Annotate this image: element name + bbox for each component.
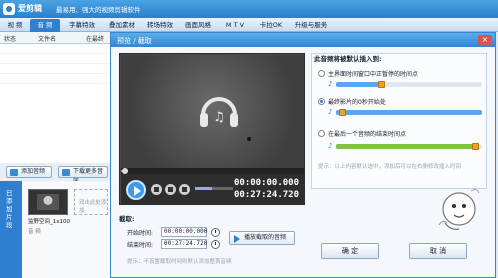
- add-clip-hint: 双击此处添加: [79, 200, 107, 214]
- added-clips-strip: 已添加片段: [0, 181, 22, 278]
- clip-area: 监野空间_1x100 双击此处添加 音 频: [22, 181, 112, 278]
- option-radio-2[interactable]: [318, 130, 325, 137]
- volume-slider[interactable]: [195, 187, 233, 190]
- headphone-music-icon: ♫: [200, 97, 238, 127]
- option-label-1[interactable]: 最终影片的0秒开始处: [328, 97, 386, 106]
- pick-start-clock-icon[interactable]: [211, 228, 220, 237]
- option-label-0[interactable]: 主界面时间窗口中正暂停的时间点: [328, 69, 418, 78]
- app-titlebar: 爱剪辑 最易用、强大的视频剪辑软件: [0, 0, 498, 18]
- cancel-button[interactable]: 取 消: [409, 243, 467, 259]
- close-icon[interactable]: ×: [478, 35, 492, 45]
- col-final-position: 在最终: [86, 36, 105, 43]
- option-marker-2[interactable]: [472, 143, 480, 150]
- dialog-titlebar: 预览 / 截取 ×: [111, 33, 495, 47]
- list-item[interactable]: [0, 74, 110, 84]
- music-note-icon: ♪: [328, 108, 333, 116]
- col-filename: 文件名: [38, 36, 57, 43]
- insert-section-title: 此音频将被默认插入到:: [314, 55, 382, 63]
- start-time-label: 开始时间:: [127, 230, 154, 237]
- player-screen: ♫: [121, 55, 304, 168]
- download-icon: [62, 169, 70, 176]
- prev-frame-button[interactable]: [165, 184, 176, 195]
- dialog-title: 预览 / 截取: [117, 37, 152, 45]
- audio-list-header: 状态 文件名 在最终: [0, 32, 110, 44]
- stop-button[interactable]: [151, 184, 162, 195]
- end-time-label: 结束时间:: [127, 242, 154, 249]
- option-track-fill-0: [336, 82, 380, 87]
- cursor-dot: [247, 137, 251, 141]
- option-radio-1[interactable]: [318, 98, 325, 105]
- audio-list-toolbar: 添加音频 下载更多音效: [0, 163, 110, 185]
- tab-transition-effects[interactable]: 转场特效: [142, 19, 178, 32]
- col-status: 状态: [4, 36, 17, 43]
- option-label-2[interactable]: 在最后一个音频的结束时间点: [328, 129, 406, 138]
- player-controls: 00:00:00.000 00:27:24.720: [121, 174, 304, 204]
- option-marker-1[interactable]: [338, 109, 346, 116]
- tab-picture-style[interactable]: 画面风格: [180, 19, 216, 32]
- main-tabs: 视 频 音 频 字幕特效 叠加素材 转场特效 画面风格 M T V 卡拉OK 升…: [0, 18, 498, 32]
- confirm-button[interactable]: 确 定: [321, 243, 379, 259]
- preview-clip-dialog: 预览 / 截取 × ♫ 00:00:00.000 00:27:24.720 截取…: [110, 32, 496, 278]
- option-track-fill-2: [336, 144, 480, 149]
- music-note-icon: ♪: [328, 80, 333, 88]
- add-audio-button[interactable]: 添加音频: [6, 166, 52, 178]
- next-frame-button[interactable]: [179, 184, 190, 195]
- option-track-2: [336, 144, 482, 149]
- app-logo-icon: [3, 3, 15, 15]
- add-clip-slot[interactable]: 双击此处添加: [74, 189, 108, 215]
- app-slogan: 最易用、强大的视频剪辑软件: [56, 6, 141, 14]
- tab-upgrade-service[interactable]: 升级与服务: [290, 19, 332, 32]
- insert-hint: 提示：以上内容默认选中，添加后可以在右侧修改插入时间: [318, 164, 462, 170]
- video-clip-thumbnail[interactable]: [28, 189, 68, 215]
- option-track-1: [336, 110, 482, 115]
- audio-player: ♫ 00:00:00.000 00:27:24.720: [119, 53, 305, 205]
- tab-audio[interactable]: 音 频: [30, 19, 60, 32]
- tab-mtv[interactable]: M T V: [218, 19, 252, 32]
- end-time-input[interactable]: 00:27:24.720: [161, 239, 207, 249]
- svg-text:♫: ♫: [213, 110, 225, 125]
- audio-list[interactable]: [0, 44, 110, 164]
- clip-section-title: 截取:: [119, 215, 135, 223]
- clip-hint: 提示：不设置截取时间则默认添加整首音频: [127, 259, 232, 265]
- tab-subtitle-effects[interactable]: 字幕特效: [62, 19, 102, 32]
- option-marker-0[interactable]: [377, 81, 385, 88]
- current-time: 00:00:00.000: [234, 178, 300, 188]
- added-clips-label: 已添加片段: [6, 189, 13, 229]
- list-item[interactable]: [0, 44, 110, 54]
- option-radio-0[interactable]: [318, 70, 325, 77]
- tab-overlay-material[interactable]: 叠加素材: [104, 19, 140, 32]
- add-audio-label: 添加音频: [21, 168, 46, 175]
- list-item[interactable]: [0, 54, 110, 64]
- clip-label: 监野空间_1x100: [28, 219, 71, 225]
- audio-track-label: 音 频: [28, 229, 41, 235]
- tab-karaoke[interactable]: 卡拉OK: [254, 19, 288, 32]
- insert-position-panel: 此音频将被默认插入到: 主界面时间窗口中正暂停的时间点 ♪ 最终影片的0秒开始处…: [311, 53, 487, 189]
- start-time-input[interactable]: 00:00:00.000: [161, 227, 207, 237]
- music-note-icon: ♪: [328, 142, 333, 150]
- volume-level: [195, 187, 213, 190]
- play-clip-button[interactable]: 播放截取的音频: [229, 231, 295, 245]
- total-time: 00:27:24.720: [234, 190, 300, 200]
- download-more-button[interactable]: 下载更多音效: [58, 166, 108, 185]
- tab-video[interactable]: 视 频: [2, 19, 28, 32]
- play-button[interactable]: [126, 180, 146, 200]
- music-note-icon: [10, 169, 18, 176]
- app-name: 爱剪辑: [18, 4, 42, 13]
- mascot-illustration: [438, 188, 480, 230]
- pick-end-clock-icon[interactable]: [211, 240, 220, 249]
- option-track-0: [336, 82, 482, 87]
- list-item[interactable]: [0, 64, 110, 74]
